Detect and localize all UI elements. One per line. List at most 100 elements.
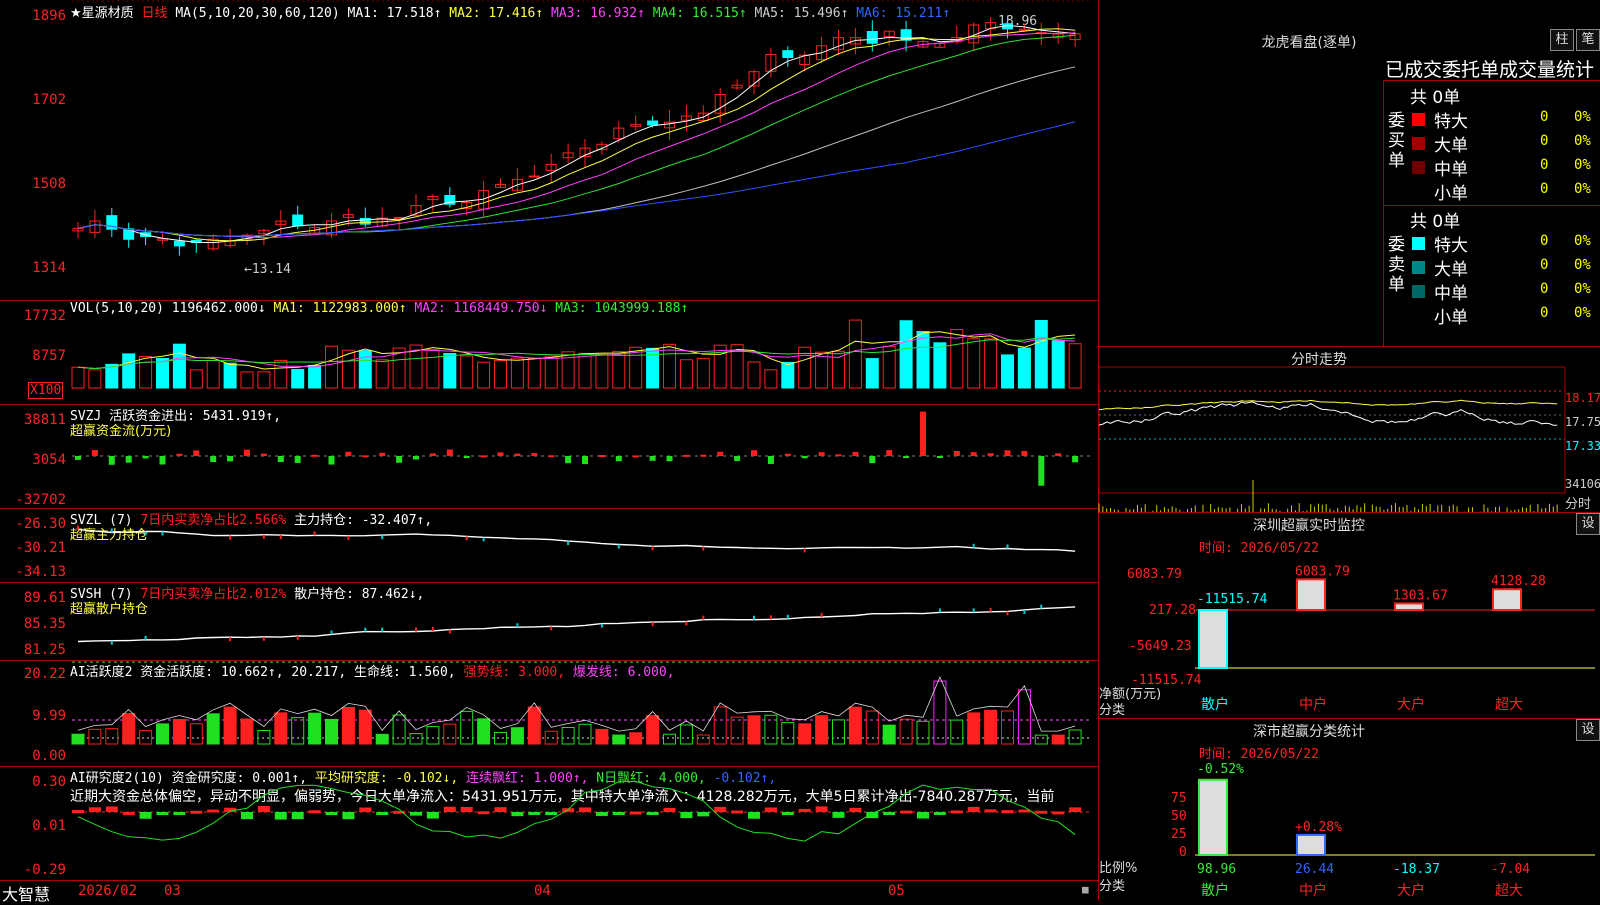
svzj-bar [75,456,81,460]
volume-bar [1068,343,1082,389]
ai2-bar [511,812,524,817]
svzj-bar [835,454,842,457]
svzj-bar [784,453,791,456]
buy-row-value: 0 [1540,109,1549,125]
ai2-bar [173,812,186,815]
volume-bar [595,353,609,389]
ai1-bar [477,718,491,745]
svzj-bar [1055,453,1062,456]
candle-down [866,31,878,44]
volume-bar [510,357,524,389]
svzj-bar [514,453,521,456]
volume-bar [696,357,710,389]
volume-panel[interactable]: VOL(5,10,20) 1196462.000↓ MA1: 1122983.0… [0,300,1098,405]
ai1-bar [561,726,575,745]
ai1-bar [510,727,524,745]
ai2-bar [714,806,727,812]
sz-bar [1492,588,1522,611]
month-label: 03 [164,883,181,899]
svzj-panel[interactable]: SVZJ 活跃资金进出: 5431.919↑, 超赢资金流(万元) 38811 … [0,404,1098,509]
sz-bar [1198,609,1228,669]
ai2-bar [764,807,777,812]
svsh-panel[interactable]: SVSH (7) 7日内买卖净占比2.012% 散户持仓: 87.462↓, 超… [0,582,1098,661]
sz-monitor-chart[interactable]: -11515.74 散户 6083.79 中户 1303.67 大户 4128.28 超大 [1195,513,1595,719]
ai2-bar [460,806,473,812]
volume-bar [1001,354,1014,389]
ai1-bar [172,718,186,745]
volume-bar [578,352,592,389]
buy-row-value: 0 [1540,181,1549,197]
ai2-bar [815,806,828,812]
volume-bar [443,352,457,389]
sz-category-label: 大户 [1397,696,1425,713]
kline-panel[interactable]: ★星源材质 日线 MA(5,10,20,30,60,120) MA1: 17.5… [0,0,1098,301]
svzl-chart[interactable] [72,508,1092,582]
intraday-bottom-label: 分时 [1565,497,1592,512]
candle-down [292,214,304,227]
sz-class-chart[interactable]: 98.96 散户 26.44 中户 -18.37 大户 -7.04 超大 -0.52% +0.28… [1195,719,1595,901]
svsh-ytick: 81.25 [23,642,66,658]
sz-class-ytick: 0 [1179,845,1187,860]
svzj-bar [1072,456,1079,463]
ai1-bar [696,734,710,745]
ai1-bar [223,706,237,745]
ai1-bar [409,733,423,745]
volume-bar [882,345,896,389]
ai1-bar [443,723,457,745]
intraday-avg-line [1098,399,1558,411]
ai2-bar [950,810,963,814]
ai2-bar [308,810,321,814]
ai2-bar [663,807,676,812]
volume-bar [240,371,254,389]
ai1-bar [1001,710,1014,745]
brand-label[interactable]: 大智慧 [2,881,50,905]
sell-row-pct: 0% [1574,281,1591,297]
volume-bar [257,371,271,389]
svzj-chart[interactable] [72,404,1092,508]
ai-activity-panel[interactable]: AI活跃度2 资金活跃度: 10.662↑, 20.217, 生命线: 1.56… [0,660,1098,767]
svzl-line [77,528,1076,552]
svzj-bar [903,456,910,458]
volume-bar [308,364,322,389]
vol-unit-box[interactable]: X100 [28,382,64,399]
intraday-panel[interactable]: 分时走势 18.17 17.75 17.33 34106 分时 [1098,346,1600,513]
volume-bar [848,319,862,389]
ai1-bar [1034,734,1048,745]
ai1-bar [426,726,440,745]
kline-chart[interactable] [72,0,1092,300]
szc-value-label: 98.96 [1197,862,1236,877]
buy-l-swatch [1412,137,1425,150]
svzl-panel[interactable]: SVZL (7) 7日内买卖净占比2.566% 主力持仓: -32.407↑, … [0,508,1098,583]
szc-value-label: -7.04 [1491,862,1530,877]
ai2-bar [156,812,169,815]
svsh-chart[interactable] [72,582,1092,660]
tick-mode-button[interactable]: 笔 [1576,29,1600,51]
ai2-bar [88,807,101,812]
ai-activity-chart[interactable] [71,660,1092,766]
lock-icon[interactable]: ■ [1082,883,1089,896]
longhu-table: 委买单 委卖单 共 0单 共 0单 特大 0 0% 大单 0 0% 中单 0 0… [1383,80,1600,346]
sz-ytick: 6083.79 [1127,567,1182,582]
intraday-chart[interactable] [1098,366,1566,513]
ai-research-chart[interactable] [72,766,1092,880]
buy-row-label: 中单 [1434,160,1468,180]
ai1-bar [156,723,169,745]
ai1-bar [713,706,727,745]
svzj-bar [260,453,267,456]
szc-value-label: -18.37 [1393,862,1440,877]
svzj-bar [548,455,555,458]
ai-research-panel[interactable]: AI研究度2(10) 资金研究度: 0.001↑, 平均研究度: -0.102↓… [0,766,1098,880]
buy-row-pct: 0% [1574,181,1591,197]
svzj-bar [497,452,504,456]
volume-chart[interactable] [71,300,1092,404]
ai1-bar [291,717,305,745]
svzl-ytick: -26.30 [15,516,66,532]
svzj-bar [666,456,673,462]
ai1-bar [646,715,660,745]
buy-xl-swatch [1412,113,1425,126]
bar-mode-button[interactable]: 柱 [1550,29,1574,51]
ai1-bar [1051,734,1065,745]
ai1-bar [629,732,643,745]
svzj-bar [565,456,572,464]
volume-bar [189,369,203,389]
